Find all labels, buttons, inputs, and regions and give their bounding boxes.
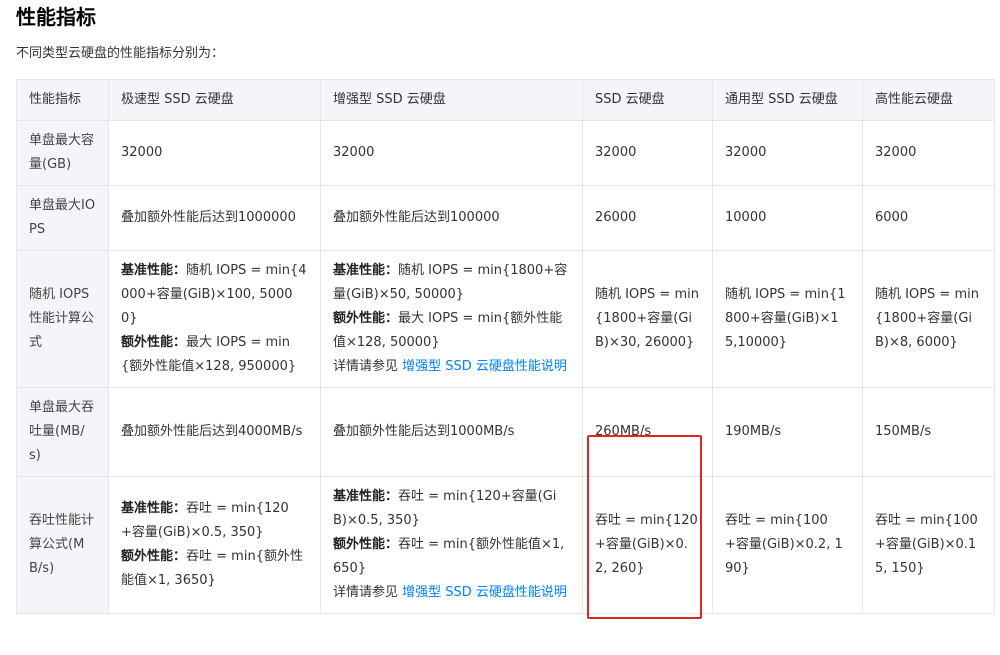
table-cell: 32000 [712, 120, 863, 186]
base-perf-label: 基准性能： [333, 489, 399, 504]
extra-perf-label: 额外性能： [333, 537, 399, 552]
table-cell: 随机 IOPS = min{1800+容量(GiB)×30, 26000} [582, 250, 713, 388]
table-cell: 190MB/s [712, 387, 863, 477]
table-cell: 吞吐 = min{120+容量(GiB)×0.2, 260} [582, 476, 713, 614]
header-cell: 增强型 SSD 云硬盘 [320, 79, 583, 121]
doc-page: 性能指标 不同类型云硬盘的性能指标分别为： 性能指标 极速型 SSD 云硬盘 增… [0, 0, 1000, 655]
table-header-row: 性能指标 极速型 SSD 云硬盘 增强型 SSD 云硬盘 SSD 云硬盘 通用型… [16, 79, 995, 121]
row-label: 吞吐性能计算公式(MB/s) [16, 476, 109, 614]
header-cell: 性能指标 [16, 79, 109, 121]
table-row-iops: 单盘最大IOPS 叠加额外性能后达到1000000 叠加额外性能后达到10000… [16, 185, 995, 251]
header-cell: SSD 云硬盘 [582, 79, 713, 121]
header-cell: 极速型 SSD 云硬盘 [108, 79, 321, 121]
table-cell: 叠加额外性能后达到100000 [320, 185, 583, 251]
table-cell: 随机 IOPS = min{1800+容量(GiB)×15,10000} [712, 250, 863, 388]
performance-table: 性能指标 极速型 SSD 云硬盘 增强型 SSD 云硬盘 SSD 云硬盘 通用型… [16, 79, 995, 614]
table-row-capacity: 单盘最大容量(GB) 32000 32000 32000 32000 32000 [16, 120, 995, 186]
enhanced-ssd-perf-link[interactable]: 增强型 SSD 云硬盘性能说明 [402, 585, 567, 600]
extra-perf-label: 额外性能： [121, 335, 187, 350]
base-perf-label: 基准性能： [333, 263, 399, 278]
table-row-throughput-formula: 吞吐性能计算公式(MB/s) 基准性能：吞吐 = min{120+容量(GiB)… [16, 476, 995, 614]
row-label: 单盘最大容量(GB) [16, 120, 109, 186]
intro-text: 不同类型云硬盘的性能指标分别为： [16, 46, 225, 61]
table-cell: 吞吐 = min{100+容量(GiB)×0.15, 150} [862, 476, 995, 614]
table-cell: 32000 [108, 120, 321, 186]
extra-perf-label: 额外性能： [333, 311, 399, 326]
header-cell: 通用型 SSD 云硬盘 [712, 79, 863, 121]
row-label: 单盘最大IOPS [16, 185, 109, 251]
table-cell: 随机 IOPS = min{1800+容量(GiB)×8, 6000} [862, 250, 995, 388]
page-title: 性能指标 [16, 5, 96, 29]
row-label: 随机 IOPS 性能计算公式 [16, 250, 109, 388]
table-cell: 叠加额外性能后达到4000MB/s [108, 387, 321, 477]
table-cell: 基准性能：吞吐 = min{120+容量(GiB)×0.5, 350} 额外性能… [320, 476, 583, 614]
table-cell: 32000 [862, 120, 995, 186]
see-details-text: 详情请参见 [333, 585, 403, 600]
table-cell: 150MB/s [862, 387, 995, 477]
table-cell: 32000 [582, 120, 713, 186]
table-cell: 32000 [320, 120, 583, 186]
table-row-iops-formula: 随机 IOPS 性能计算公式 基准性能：随机 IOPS = min{4000+容… [16, 250, 995, 388]
base-perf-label: 基准性能： [121, 501, 187, 516]
table-cell: 6000 [862, 185, 995, 251]
table-cell: 26000 [582, 185, 713, 251]
row-label: 单盘最大吞吐量(MB/s) [16, 387, 109, 477]
table-cell: 叠加额外性能后达到1000000 [108, 185, 321, 251]
table-cell: 吞吐 = min{100+容量(GiB)×0.2, 190} [712, 476, 863, 614]
table-cell: 基准性能：随机 IOPS = min{1800+容量(GiB)×50, 5000… [320, 250, 583, 388]
table-cell: 260MB/s [582, 387, 713, 477]
table-cell: 10000 [712, 185, 863, 251]
see-details-text: 详情请参见 [333, 359, 403, 374]
table-cell: 叠加额外性能后达到1000MB/s [320, 387, 583, 477]
table-cell: 基准性能：吞吐 = min{120+容量(GiB)×0.5, 350} 额外性能… [108, 476, 321, 614]
base-perf-label: 基准性能： [121, 263, 187, 278]
header-cell: 高性能云硬盘 [862, 79, 995, 121]
extra-perf-label: 额外性能： [121, 549, 187, 564]
enhanced-ssd-perf-link[interactable]: 增强型 SSD 云硬盘性能说明 [402, 359, 567, 374]
table-cell: 基准性能：随机 IOPS = min{4000+容量(GiB)×100, 500… [108, 250, 321, 388]
table-row-throughput: 单盘最大吞吐量(MB/s) 叠加额外性能后达到4000MB/s 叠加额外性能后达… [16, 387, 995, 477]
